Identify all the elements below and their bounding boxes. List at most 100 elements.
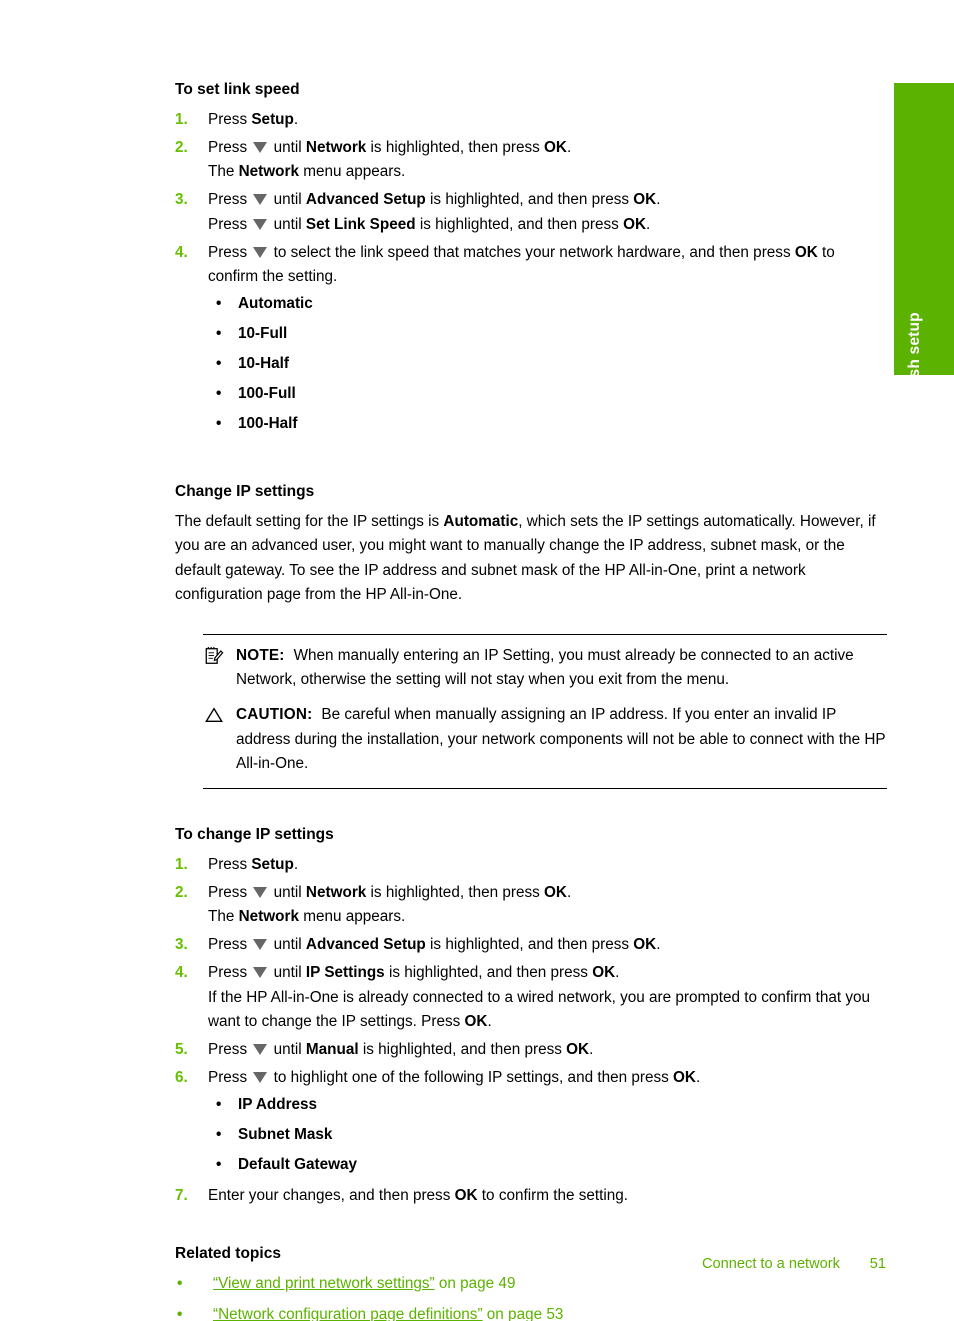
emphasis-text: Set Link Speed (305, 215, 416, 233)
procedure-step: 1. Press Setup. (175, 108, 887, 132)
option-list-item: • Subnet Mask (208, 1124, 887, 1147)
step-text: The Network menu appears. (208, 163, 406, 181)
bullet-icon: • (177, 1275, 183, 1293)
side-tab-label: Finish setup (906, 312, 923, 406)
callout-note: NOTE: When manually entering an IP Settin… (203, 644, 887, 693)
caution-triangle-icon (203, 705, 225, 725)
option-list-item: • 10-Half (208, 353, 887, 376)
cross-reference-link[interactable]: “Network configuration page definitions” (213, 1306, 483, 1321)
option-list-item: • Automatic (208, 293, 887, 316)
step-text: If the HP All-in-One is already connecte… (208, 988, 871, 1030)
heading-to-change-ip-settings: To change IP settings (175, 825, 334, 843)
step-number: 3. (175, 936, 188, 954)
change-ip-step-list: 1. Press Setup. 2. Press until Network is h… (175, 853, 887, 1208)
change-ip-paragraph: The default setting for the IP settings … (175, 512, 876, 604)
emphasis-text: Automatic (443, 512, 519, 530)
down-arrow-icon (253, 142, 268, 154)
step-number: 2. (175, 883, 188, 901)
procedure-step: 2. Press until Network is highlighted, th… (175, 136, 887, 184)
emphasis-text: IP Settings (305, 964, 385, 982)
down-arrow-icon (253, 218, 268, 230)
down-arrow-icon (253, 1043, 268, 1055)
cross-reference-page: on page 49 (434, 1275, 516, 1293)
down-arrow-icon (253, 1072, 268, 1084)
link-speed-step-list: 1. Press Setup. 2. Press until Network is h… (175, 108, 887, 436)
callout-label: NOTE: (236, 646, 285, 664)
step-text: Press until Network is highlighted, then… (208, 883, 572, 901)
procedure-step: 4. Press to select the link speed that ma… (175, 241, 887, 436)
procedure-step: 6. Press to highlight one of the followin… (175, 1066, 887, 1177)
bullet-icon: • (216, 1156, 222, 1174)
step-text: Press until Manual is highlighted, and t… (208, 1040, 594, 1058)
step-text: Press to select the link speed that matc… (208, 243, 835, 285)
callout-text: When manually entering an IP Setting, yo… (236, 646, 854, 688)
step-text: Enter your changes, and then press OK to… (208, 1186, 629, 1204)
down-arrow-icon (253, 194, 268, 206)
procedure-step: 3. Press until Advanced Setup is highligh… (175, 933, 887, 957)
step-text: Press Setup. (208, 110, 299, 128)
emphasis-text: OK (623, 215, 647, 233)
page-footer: Connect to a network 51 (175, 1256, 886, 1272)
emphasis-text: Advanced Setup (305, 936, 426, 954)
step-number: 1. (175, 110, 188, 128)
callout-text: Be careful when manually assigning an IP… (236, 706, 886, 773)
footer-page-number: 51 (869, 1256, 886, 1272)
callout-label: CAUTION: (236, 706, 313, 724)
callout-block: NOTE: When manually entering an IP Settin… (203, 633, 887, 789)
emphasis-text: Setup (251, 110, 294, 128)
related-topic-item[interactable]: • “View and print network settings” on pa… (175, 1272, 887, 1296)
emphasis-text: Advanced Setup (305, 191, 426, 209)
emphasis-text: Network (238, 908, 299, 926)
cross-reference-link[interactable]: “View and print network settings” (213, 1275, 435, 1292)
heading-to-set-link-speed: To set link speed (175, 81, 300, 98)
step-number: 5. (175, 1040, 188, 1058)
procedure-step: 7. Enter your changes, and then press OK … (175, 1184, 887, 1208)
step-text: Press until Network is highlighted, then… (208, 139, 572, 157)
step-number: 2. (175, 139, 188, 157)
bullet-icon: • (216, 384, 222, 402)
emphasis-text: OK (592, 964, 616, 982)
callout-caution: CAUTION: Be careful when manually assigni… (203, 703, 887, 776)
related-topic-item[interactable]: • “Network configuration page definitions… (175, 1303, 887, 1321)
step-text: Press until Advanced Setup is highlighte… (208, 191, 661, 209)
cross-reference-page: on page 53 (482, 1305, 564, 1321)
bullet-icon: • (216, 354, 222, 372)
emphasis-text: OK (544, 139, 567, 157)
emphasis-text: OK (566, 1040, 590, 1058)
step-text: Press until Advanced Setup is highlighte… (208, 936, 661, 954)
step-text: Press until Set Link Speed is highlighte… (208, 215, 651, 233)
bullet-icon: • (216, 295, 222, 313)
page-content: To set link speed 1. Press Setup. 2. Press … (175, 80, 887, 1321)
option-list-item: • Default Gateway (208, 1154, 887, 1177)
procedure-step: 1. Press Setup. (175, 853, 887, 877)
option-bullet-list: • IP Address • Subnet Mask • Default Gateway (208, 1094, 887, 1177)
note-icon (203, 646, 225, 666)
document-page: Finish setup To set link speed 1. Press S… (0, 0, 954, 1321)
emphasis-text: OK (544, 883, 567, 901)
bullet-icon: • (216, 414, 222, 432)
step-number: 4. (175, 243, 188, 261)
bullet-icon: • (216, 1096, 222, 1114)
related-topics-list: • “View and print network settings” on pa… (175, 1272, 887, 1321)
procedure-step: 4. Press until IP Settings is highlighted… (175, 961, 887, 1033)
footer-chapter: Connect to a network (702, 1256, 840, 1272)
step-number: 3. (175, 191, 188, 209)
procedure-step: 3. Press until Advanced Setup is highligh… (175, 188, 887, 236)
side-tab-finish-setup: Finish setup (894, 83, 954, 406)
down-arrow-icon (253, 886, 268, 898)
step-text: Press to highlight one of the following … (208, 1069, 701, 1087)
bullet-icon: • (216, 1126, 222, 1144)
option-list-item: • 10-Full (208, 323, 887, 346)
bullet-icon: • (216, 324, 222, 342)
emphasis-text: OK (633, 191, 657, 209)
bullet-icon: • (177, 1305, 183, 1321)
heading-change-ip-settings: Change IP settings (175, 482, 315, 500)
step-text: Press until IP Settings is highlighted, … (208, 964, 620, 982)
option-list-item: • 100-Half (208, 413, 887, 436)
step-text: The Network menu appears. (208, 908, 406, 926)
emphasis-text: Manual (305, 1040, 359, 1058)
emphasis-text: OK (673, 1069, 696, 1087)
step-number: 1. (175, 855, 188, 873)
step-text: Press Setup. (208, 855, 299, 873)
procedure-step: 2. Press until Network is highlighted, th… (175, 881, 887, 929)
